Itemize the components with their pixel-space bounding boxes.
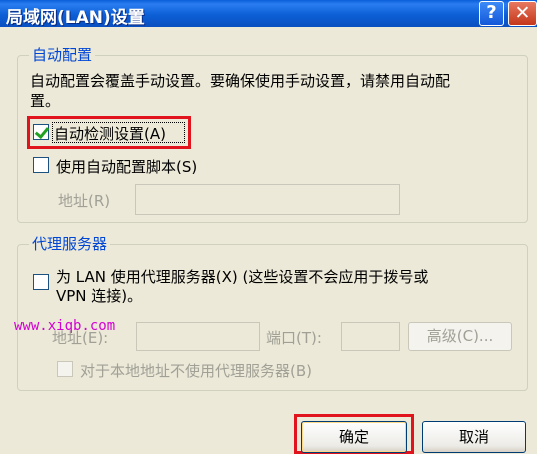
bypass-local-label[interactable]: 对于本地地址不使用代理服务器(B) xyxy=(80,360,312,381)
proxy-group-title: 代理服务器 xyxy=(29,233,111,254)
auto-detect-checkbox[interactable] xyxy=(33,124,49,140)
auto-config-group-title: 自动配置 xyxy=(29,44,96,65)
ok-button[interactable]: 确定 xyxy=(301,421,407,453)
auto-config-script-checkbox[interactable] xyxy=(33,157,49,173)
auto-detect-label[interactable]: 自动检测设置(A) xyxy=(54,123,166,144)
auto-config-script-label[interactable]: 使用自动配置脚本(S) xyxy=(56,156,197,177)
auto-config-description-line1: 自动配置会覆盖手动设置。要确保使用手动设置，请禁用自动配 xyxy=(30,72,451,90)
cancel-button[interactable]: 取消 xyxy=(422,421,526,453)
window-title: 局域网(LAN)设置 xyxy=(6,8,145,28)
close-icon: ✕ xyxy=(514,2,531,24)
script-address-label: 地址(R) xyxy=(58,192,111,210)
proxy-address-label: 地址(E): xyxy=(52,329,109,347)
title-bar: 局域网(LAN)设置 ? ✕ xyxy=(0,0,537,28)
proxy-address-field[interactable] xyxy=(136,322,260,351)
use-proxy-checkbox[interactable] xyxy=(33,274,49,290)
advanced-button[interactable]: 高级(C)... xyxy=(408,322,512,351)
help-button[interactable]: ? xyxy=(479,1,504,26)
auto-config-description-line2: 置。 xyxy=(30,92,61,110)
script-address-field[interactable] xyxy=(135,184,400,215)
proxy-port-field[interactable] xyxy=(341,322,400,351)
bypass-local-checkbox[interactable] xyxy=(57,361,73,377)
close-button[interactable]: ✕ xyxy=(508,1,537,26)
use-proxy-label-line1[interactable]: 为 LAN 使用代理服务器(X) (这些设置不会应用于拨号或 xyxy=(56,266,428,287)
proxy-port-label: 端口(T): xyxy=(266,329,322,347)
use-proxy-label-line2[interactable]: VPN 连接)。 xyxy=(56,285,142,306)
help-icon: ? xyxy=(486,2,497,23)
